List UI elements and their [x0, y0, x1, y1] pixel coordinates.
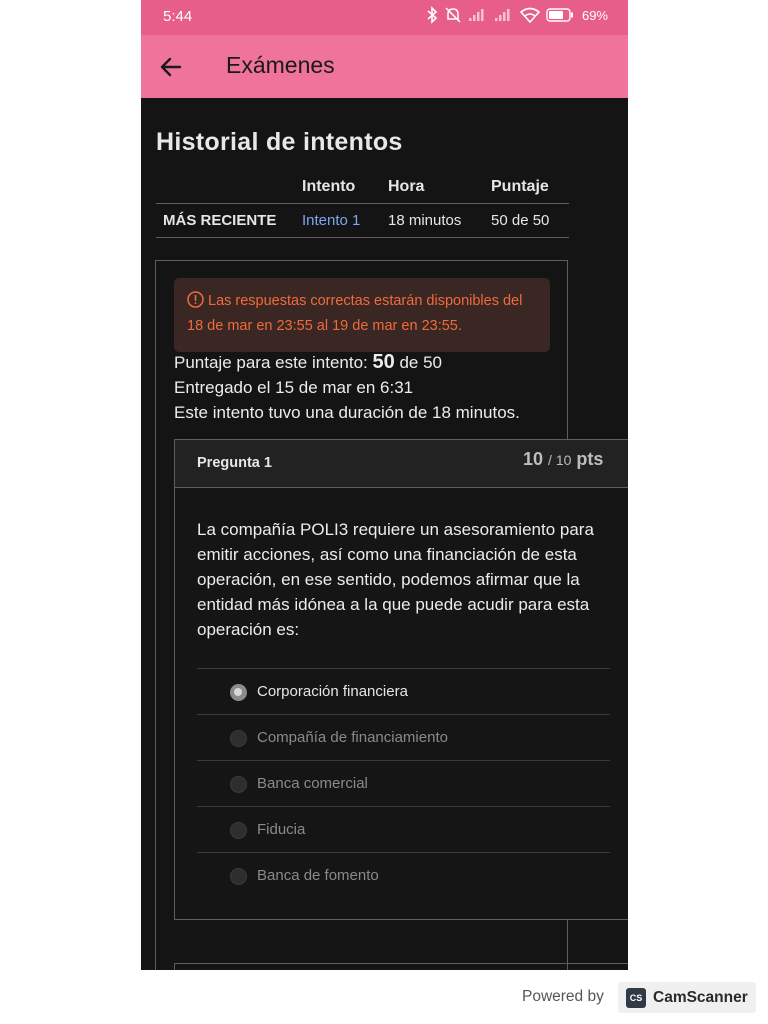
option-label: Fiducia	[257, 821, 306, 838]
radio-unselected[interactable]	[230, 730, 247, 747]
attempts-table: Intento Hora Puntaje MÁS RECIENTE Intent…	[156, 172, 569, 238]
question-label: Pregunta 1	[197, 455, 272, 471]
option-label: Banca comercial	[257, 775, 368, 792]
camscanner-logo-icon: CS	[626, 987, 646, 1008]
attempt-summary: Puntaje para este intento: 50 de 50 Entr…	[174, 350, 520, 425]
status-time: 5:44	[163, 8, 193, 25]
radio-unselected[interactable]	[230, 822, 247, 839]
answer-option[interactable]: Compañía de financiamiento	[197, 715, 610, 761]
answer-option[interactable]: Banca de fomento	[197, 853, 610, 899]
phone-screen: 5:44 69% Exámenes Historial de intentos …	[141, 0, 628, 970]
answer-options: Corporación financiera Compañía de finan…	[197, 668, 610, 899]
duration-line: Este intento tuvo una duración de 18 min…	[174, 403, 520, 422]
question-card: Pregunta 1 10 / 10 pts La compañía POLI3…	[174, 439, 628, 920]
points-total: / 10	[548, 452, 572, 468]
table-header: Puntaje	[491, 172, 569, 204]
option-label: Corporación financiera	[257, 683, 408, 700]
next-question-card	[174, 963, 628, 970]
radio-unselected[interactable]	[230, 868, 247, 885]
attempt-score: 50 de 50	[491, 203, 569, 238]
alert-text: Las respuestas correctas estarán disponi…	[187, 293, 523, 334]
score-value: 50	[372, 351, 395, 373]
alert-circle-icon	[187, 291, 204, 308]
battery-icon	[546, 8, 573, 22]
battery-percent: 69%	[581, 7, 608, 23]
mute-icon	[445, 7, 461, 23]
attempt-time: 18 minutos	[388, 203, 491, 238]
score-suffix: de 50	[399, 353, 443, 372]
answers-availability-alert: Las respuestas correctas estarán disponi…	[174, 278, 550, 352]
question-header: Pregunta 1 10 / 10 pts	[175, 440, 628, 488]
app-bar: Exámenes	[141, 35, 628, 98]
question-text: La compañía POLI3 requiere un asesoramie…	[197, 520, 594, 639]
attempt-link[interactable]: Intento 1	[302, 212, 360, 229]
signal-icon	[468, 9, 484, 21]
table-row: MÁS RECIENTE Intento 1 18 minutos 50 de …	[156, 203, 569, 238]
bluetooth-icon	[427, 6, 438, 24]
status-icons: 69%	[426, 6, 608, 24]
option-label: Banca de fomento	[257, 867, 379, 884]
submitted-line: Entregado el 15 de mar en 6:31	[174, 378, 414, 397]
back-button[interactable]	[155, 51, 187, 83]
row-label: MÁS RECIENTE	[156, 203, 302, 238]
camscanner-badge: CS CamScanner	[618, 982, 756, 1013]
score-line: Puntaje para este intento: 50 de 50	[174, 350, 520, 375]
history-title: Historial de intentos	[156, 128, 403, 156]
table-header: Intento	[302, 172, 388, 204]
signal-2-icon	[494, 9, 510, 21]
table-header: Hora	[388, 172, 491, 204]
points-unit: pts	[576, 449, 604, 469]
answer-option[interactable]: Fiducia	[197, 807, 610, 853]
wifi-icon	[519, 7, 540, 23]
arrow-left-icon	[160, 57, 182, 77]
table-header-row: Intento Hora Puntaje	[156, 172, 569, 204]
points-earned: 10	[523, 449, 544, 469]
question-points: 10 / 10 pts	[523, 449, 603, 470]
status-bar: 5:44 69%	[141, 0, 628, 35]
score-prefix: Puntaje para este intento:	[174, 353, 368, 372]
powered-by-text: Powered by	[522, 988, 604, 1005]
radio-selected[interactable]	[230, 684, 247, 701]
table-header	[156, 172, 302, 204]
radio-unselected[interactable]	[230, 776, 247, 793]
app-title: Exámenes	[226, 52, 335, 78]
answer-option[interactable]: Corporación financiera	[197, 669, 610, 715]
option-label: Compañía de financiamiento	[257, 729, 448, 746]
camscanner-name: CamScanner	[653, 988, 748, 1006]
answer-option[interactable]: Banca comercial	[197, 761, 610, 807]
